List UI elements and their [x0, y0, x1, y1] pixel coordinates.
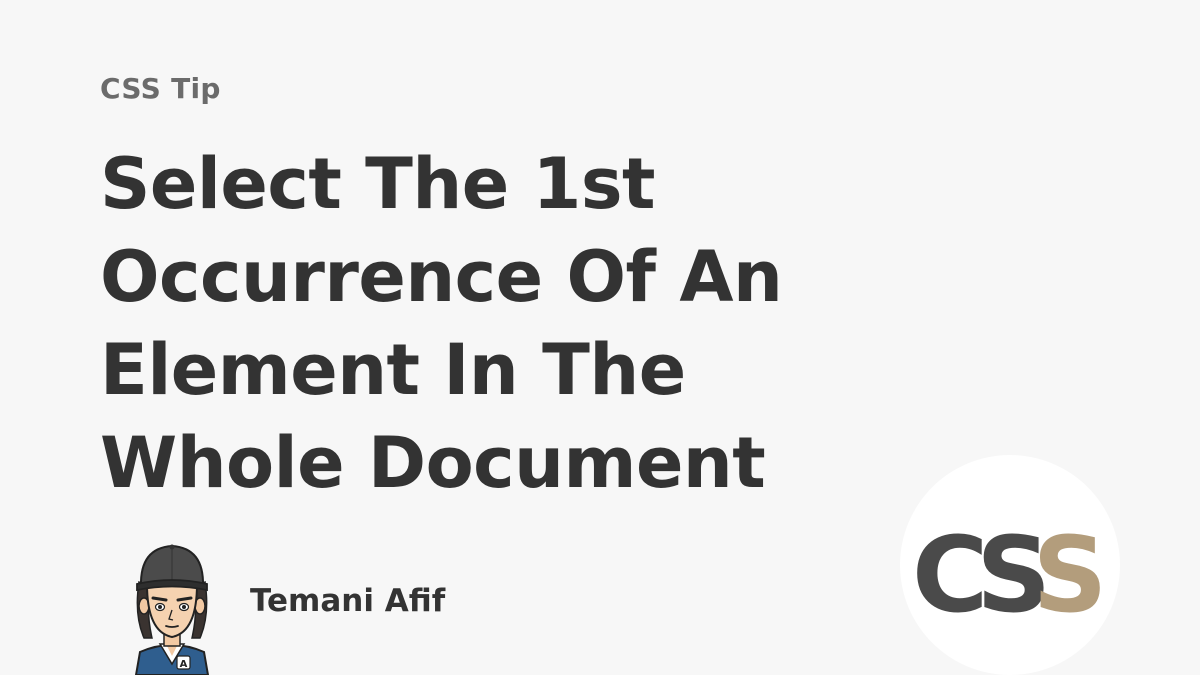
logo-letter-c: C [912, 514, 982, 636]
css-logo: CSS [900, 455, 1120, 675]
title-line: Occurrence Of An [100, 236, 783, 318]
author-block: A Temani Afif [122, 540, 445, 675]
kicker-label: CSS Tip [100, 72, 221, 105]
page-title: Select The 1st Occurrence Of An Element … [100, 138, 920, 510]
logo-letter: CSS [912, 514, 1101, 636]
author-name: Temani Afif [250, 582, 446, 619]
title-line: Element In The [100, 329, 686, 411]
title-line: Whole Document [100, 422, 766, 504]
svg-text:A: A [180, 659, 188, 670]
avatar-icon: A [134, 544, 210, 675]
css-logo-icon: CSS [912, 514, 1115, 636]
title-line: Select The 1st [100, 143, 655, 225]
logo-letter-s2: S [1033, 514, 1101, 636]
